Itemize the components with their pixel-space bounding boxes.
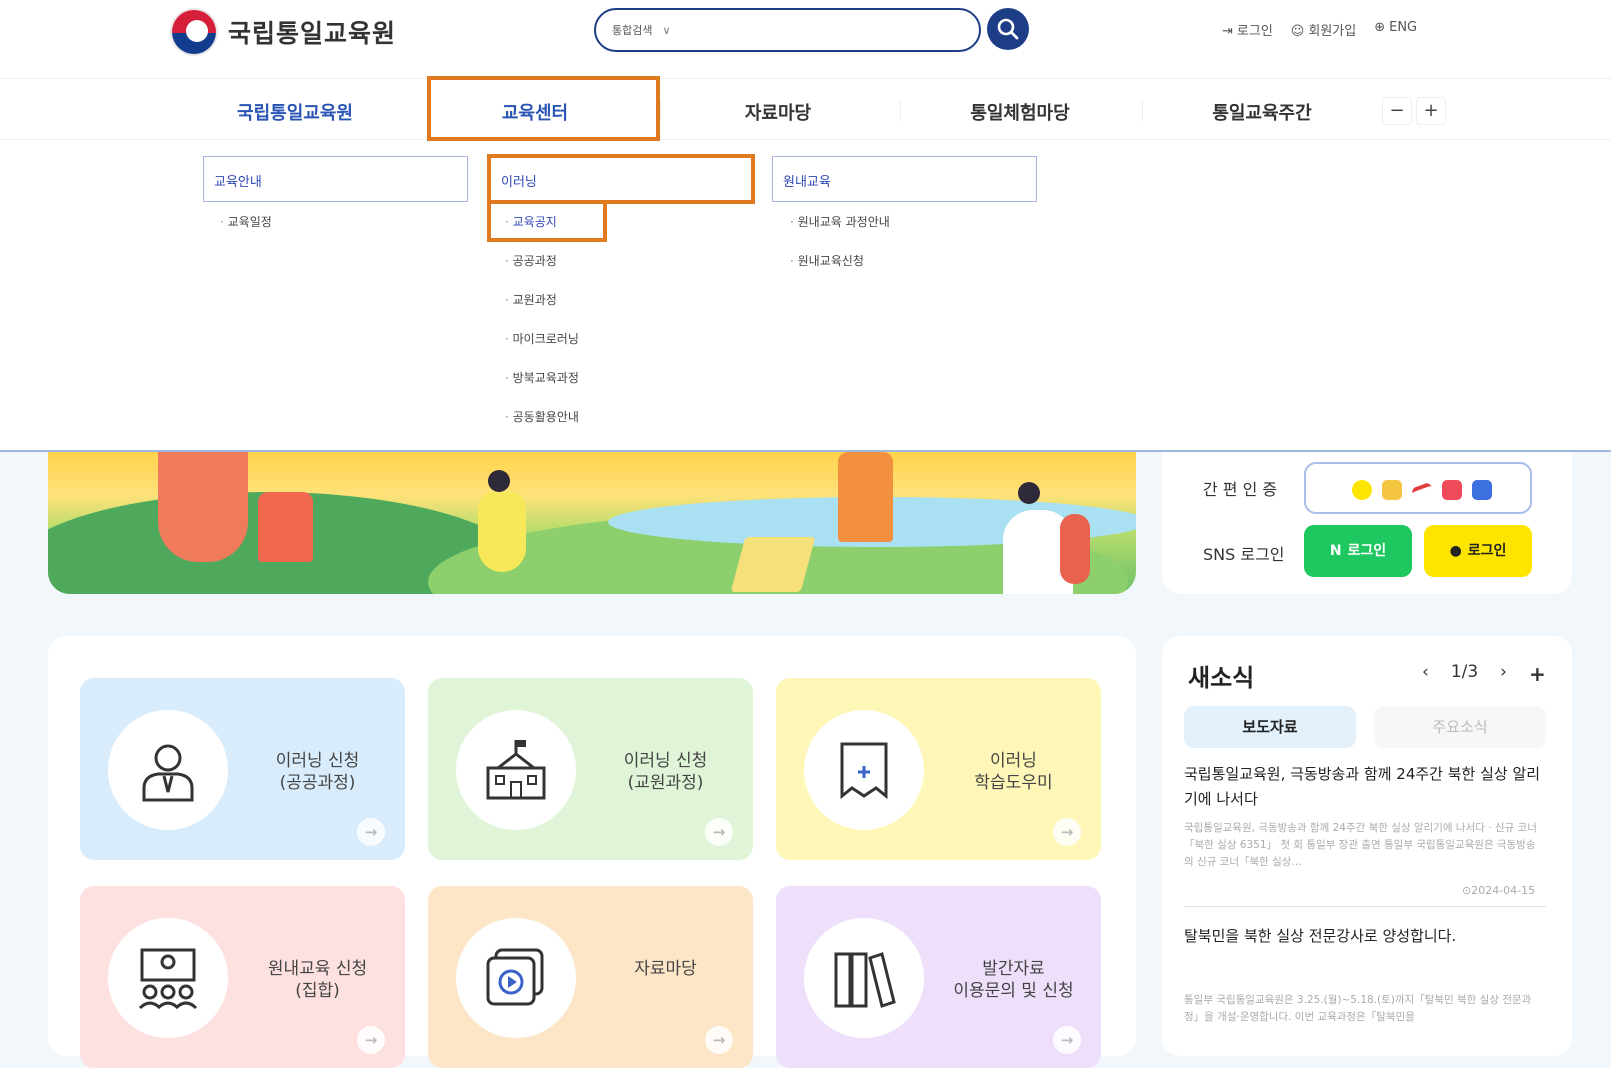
eng-label: ENG (1389, 20, 1418, 35)
site-logo[interactable]: 국립통일교육원 (170, 8, 396, 56)
quick-menu: 이러닝 신청 (공공과정) → 이러닝 신청 (교원과정) → 이러닝 학습도우… (48, 636, 1136, 1068)
nav-item-education-center[interactable]: 교육센터 (415, 99, 655, 125)
zoom-out-button[interactable]: − (1382, 97, 1412, 125)
login-icon: ⇥ (1222, 24, 1233, 39)
quick-card-label: 발간자료 이용문의 및 신청 (953, 959, 1074, 1001)
submenu-item-education-notice[interactable]: 교육공지 (505, 213, 557, 230)
submenu-item[interactable]: 원내교육신청 (790, 252, 864, 269)
arrow-right-icon: → (357, 818, 385, 846)
submenu-head-elearning[interactable]: 이러닝 (490, 156, 755, 202)
quick-card-label: 자료마당 (634, 959, 697, 979)
easy-auth-label: 간 편 인 증 (1203, 480, 1278, 499)
chevron-left-icon[interactable]: ‹ (1422, 662, 1429, 686)
school-icon (486, 740, 546, 800)
nav-item-unification-week[interactable]: 통일교육주간 (1142, 99, 1382, 125)
submenu-item[interactable]: 교원과정 (505, 291, 557, 308)
signup-label: 회원가입 (1308, 24, 1357, 39)
news-pager: ‹ 1/3 › + (1422, 662, 1546, 686)
taegeuk-logo-icon (170, 8, 218, 56)
naver-cert-icon (1472, 480, 1492, 500)
quick-card-onsite-apply[interactable]: 원내교육 신청 (집합) → (80, 886, 405, 1068)
news-item-summary: 통일부 국립통일교육원은 3.25.(월)~5.18.(토)까지「탈북민 북한 … (1184, 994, 1532, 1023)
signup-link[interactable]: ☺ 회원가입 (1291, 20, 1356, 39)
login-label: 로그인 (1236, 24, 1273, 39)
quick-card-label: 이러닝 신청 (교원과정) (623, 751, 708, 793)
news-divider (1184, 906, 1546, 907)
news-item-title[interactable]: 탈북민을 북한 실상 전문강사로 양성합니다. (1184, 924, 1544, 949)
submenu-item[interactable]: 공동활용안내 (505, 408, 579, 425)
lecture-icon (138, 948, 198, 1010)
bookmark-icon (840, 742, 888, 800)
books-icon (834, 952, 896, 1008)
quick-card-learning-helper[interactable]: 이러닝 학습도우미 → (776, 678, 1101, 860)
nav-item-resources[interactable]: 자료마당 (658, 99, 898, 125)
search-scope-select[interactable]: 통합검색 ∨ (612, 22, 671, 38)
submenu-item[interactable]: 마이크로러닝 (505, 330, 579, 347)
logo-text: 국립통일교육원 (228, 19, 397, 48)
user-icon: ☺ (1290, 24, 1305, 39)
submenu-head-onsite-education[interactable]: 원내교육 (772, 156, 1037, 202)
main-navigation: 국립통일교육원 교육센터 자료마당 통일체험마당 통일교육주간 − + (0, 78, 1611, 140)
kakao-auth-icon (1352, 480, 1372, 500)
nav-item-experience[interactable]: 통일체험마당 (900, 99, 1140, 125)
hero-banner-illustration (48, 452, 1136, 594)
quick-card-resources[interactable]: 자료마당 → (428, 886, 753, 1068)
toss-auth-icon (1442, 480, 1462, 500)
globe-icon: ⊕ (1374, 20, 1386, 35)
video-icon (486, 948, 544, 1006)
nav-item-institute[interactable]: 국립통일교육원 (175, 99, 415, 125)
zoom-in-button[interactable]: + (1416, 97, 1446, 125)
mega-menu: 교육안내 교육일정 이러닝 교육공지 공공과정 교원과정 마이크로러닝 방북교육… (0, 140, 1611, 452)
submenu-item[interactable]: 방북교육과정 (505, 369, 579, 386)
chevron-down-icon: ∨ (662, 24, 671, 37)
naver-login-button[interactable]: N 로그인 (1304, 525, 1412, 577)
search-button[interactable] (987, 8, 1029, 50)
arrow-right-icon: → (1053, 818, 1081, 846)
eng-link[interactable]: ⊕ ENG (1374, 20, 1417, 39)
submenu-item[interactable]: 원내교육 과정안내 (790, 213, 890, 230)
kakao-login-label: 로그인 (1467, 543, 1507, 559)
quick-card-elearning-teacher[interactable]: 이러닝 신청 (교원과정) → (428, 678, 753, 860)
quick-card-publications[interactable]: 발간자료 이용문의 및 신청 → (776, 886, 1101, 1068)
kakao-login-button[interactable]: ● 로그인 (1424, 525, 1532, 577)
quick-card-label: 이러닝 학습도우미 (974, 751, 1053, 793)
arrow-right-icon: → (705, 1026, 733, 1054)
news-title: 새소식 (1186, 658, 1286, 693)
news-item-title[interactable]: 국립통일교육원, 극동방송과 함께 24주간 북한 실상 알리기에 나서다 (1184, 762, 1544, 812)
arrow-right-icon: → (1053, 1026, 1081, 1054)
quick-card-elearning-public[interactable]: 이러닝 신청 (공공과정) → (80, 678, 405, 860)
sns-login-label: SNS 로그인 (1203, 545, 1285, 564)
tab-press-release[interactable]: 보도자료 (1184, 706, 1356, 748)
kb-auth-icon (1382, 480, 1402, 500)
naver-icon: N (1329, 543, 1342, 559)
chevron-right-icon[interactable]: › (1500, 662, 1507, 686)
news-item-summary: 국립통일교육원, 극동방송과 함께 24주간 북한 실상 알리기에 나서다 · … (1184, 822, 1537, 868)
news-more-button[interactable]: + (1529, 662, 1546, 686)
tab-main-news[interactable]: 주요소식 (1374, 706, 1546, 748)
arrow-right-icon: → (705, 818, 733, 846)
news-item-date: ⊙2024-04-15 (1462, 884, 1536, 897)
quick-card-label: 이러닝 신청 (공공과정) (275, 751, 360, 793)
naver-login-label: 로그인 (1347, 543, 1387, 559)
login-link[interactable]: ⇥ 로그인 (1222, 20, 1273, 39)
zoom-controls: − + (1382, 97, 1446, 125)
person-icon (142, 744, 194, 802)
submenu-item[interactable]: 공공과정 (505, 252, 557, 269)
search-icon (997, 18, 1019, 40)
news-panel: 새소식 ‹ 1/3 › + 보도자료 주요소식 국립통일교육원, 극동방송과 함… (1162, 636, 1572, 1056)
top-bar: 국립통일교육원 통합검색 ∨ ⇥ 로그인 ☺ 회원가입 ⊕ ENG (0, 0, 1611, 78)
arrow-right-icon: → (357, 1026, 385, 1054)
utility-links: ⇥ 로그인 ☺ 회원가입 ⊕ ENG (1222, 20, 1417, 39)
easy-auth-button[interactable] (1304, 462, 1532, 514)
pass-auth-icon (1410, 481, 1434, 499)
submenu-head-education-guide[interactable]: 교육안내 (203, 156, 468, 202)
submenu-item[interactable]: 교육일정 (220, 213, 272, 230)
kakao-chat-icon: ● (1449, 543, 1462, 559)
news-title-text: 새소식 (1188, 664, 1255, 692)
news-page-indicator: 1/3 (1450, 662, 1479, 682)
quick-card-label: 원내교육 신청 (집합) (267, 959, 368, 1001)
search-scope-label: 통합검색 (612, 24, 653, 37)
search-input[interactable]: 통합검색 ∨ (594, 8, 981, 52)
